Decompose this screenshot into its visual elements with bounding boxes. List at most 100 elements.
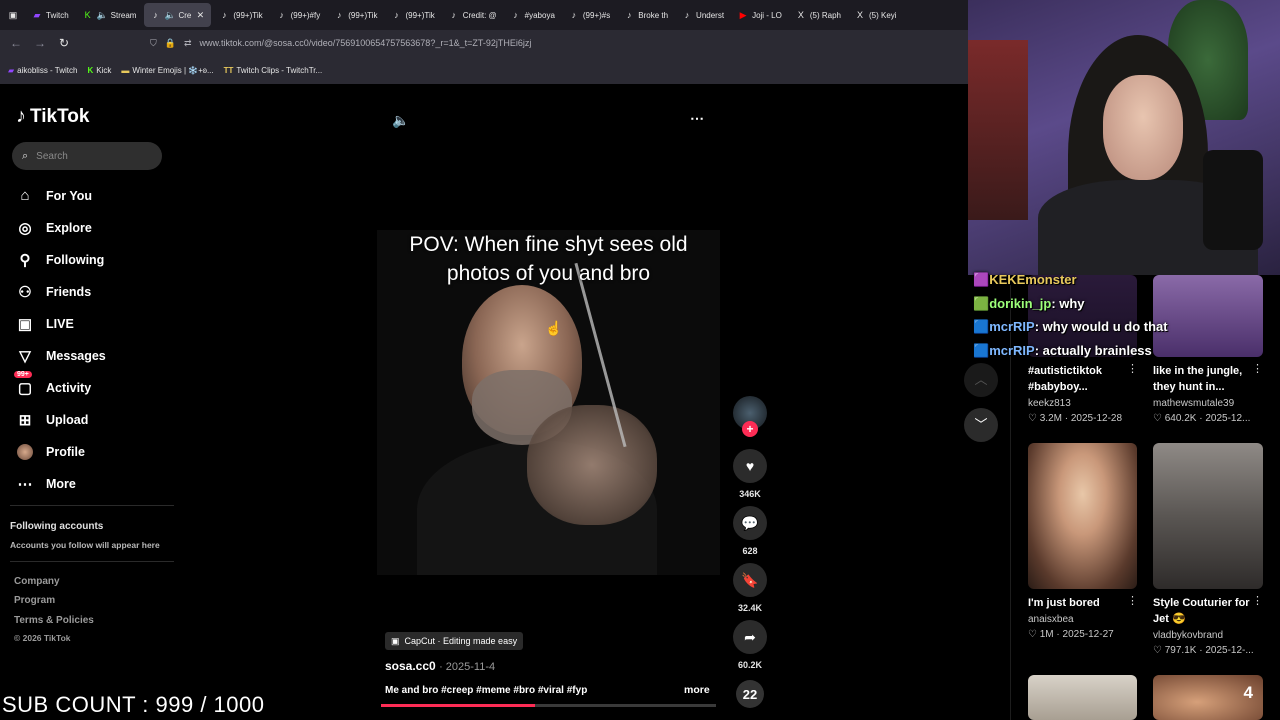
badge-icon: 🟩: [973, 296, 990, 311]
tiktok-icon: ♪: [627, 10, 632, 20]
follow-plus-icon[interactable]: +: [742, 421, 758, 437]
recommendation-title[interactable]: Style Couturier for Jet 😎: [1153, 595, 1251, 627]
forward-icon[interactable]: →: [28, 36, 52, 50]
panel-divider: [1010, 275, 1011, 720]
url-text[interactable]: www.tiktok.com/@sosa.cc0/video/756910065…: [200, 38, 532, 48]
tiktok-icon: ♪: [394, 10, 399, 20]
share-icon[interactable]: ➦: [733, 620, 767, 654]
browser-tab[interactable]: ▶ Joji - LO: [732, 3, 788, 27]
permissions-icon[interactable]: ⇄: [184, 38, 192, 49]
menu-item-activity[interactable]: ▢ 99+ Activity: [14, 371, 91, 397]
save-button[interactable]: 🔖 32.4K: [732, 563, 768, 613]
browser-tab[interactable]: ♪ (99+)Tik: [385, 3, 440, 27]
recommendation-more-icon[interactable]: ⋮: [1252, 594, 1263, 607]
back-icon[interactable]: ←: [4, 36, 28, 50]
capcut-label: CapCut · Editing made easy: [404, 636, 518, 646]
recommendation-more-icon[interactable]: ⋮: [1127, 594, 1138, 607]
menu-item-profile[interactable]: Profile: [16, 443, 85, 461]
next-video-button[interactable]: ﹀: [964, 408, 998, 442]
author-name[interactable]: sosa.cc0: [385, 659, 436, 673]
recommendation-thumbnail[interactable]: [1028, 443, 1137, 589]
recommendation-thumbnail[interactable]: [1153, 443, 1263, 589]
share-button[interactable]: ➦ 60.2K: [732, 620, 768, 670]
recommendation-more-icon[interactable]: ⋮: [1127, 362, 1138, 375]
menu-item-explore[interactable]: ◎ Explore: [16, 219, 92, 237]
comment-icon[interactable]: 💬: [733, 506, 767, 540]
tab-label: (99+)Tik: [233, 10, 263, 20]
recommendation-title[interactable]: I'm just bored: [1028, 595, 1126, 611]
recommendation-more-icon[interactable]: ⋮: [1252, 362, 1263, 375]
previous-video-button[interactable]: ︿: [964, 363, 998, 397]
menu-item-following[interactable]: ⚲ Following: [16, 251, 105, 269]
tiktok-logo[interactable]: ♪ TikTok: [16, 105, 89, 128]
menu-item-live[interactable]: ▣ LIVE: [16, 315, 74, 333]
browser-tab[interactable]: ♪ (99+)Tik: [328, 3, 383, 27]
volume-icon[interactable]: 🔈: [392, 112, 409, 129]
browser-tab[interactable]: ♪ Credit: @: [443, 3, 503, 27]
comment-button[interactable]: 💬 628: [732, 506, 768, 556]
footer-link-company[interactable]: Company: [14, 576, 60, 587]
share-count: 60.2K: [737, 660, 763, 670]
video-progress-bar[interactable]: [381, 704, 716, 707]
more-options-icon[interactable]: ⋯: [690, 110, 704, 127]
recommendation-title[interactable]: like in the jungle, they hunt in...: [1153, 363, 1251, 395]
browser-tab[interactable]: ♪ Underst: [676, 3, 730, 27]
video-player[interactable]: POV: When fine shyt sees old photos of y…: [377, 230, 720, 575]
footer-link-terms[interactable]: Terms & Policies: [14, 615, 94, 626]
tab-overview-button[interactable]: ▣: [2, 3, 24, 27]
menu-item-more[interactable]: ⋯ More: [16, 475, 76, 493]
music-disc-icon[interactable]: 22: [736, 680, 764, 708]
browser-tab[interactable]: ♪ (99+)#s: [563, 3, 616, 27]
capcut-tag[interactable]: ▣ CapCut · Editing made easy: [385, 632, 524, 650]
more-description-link[interactable]: more: [684, 684, 710, 696]
bookmark-item[interactable]: TT Twitch Clips - TwitchTr...: [224, 66, 323, 75]
recommendation-thumbnail[interactable]: [1028, 675, 1137, 720]
comment-count: 628: [742, 546, 758, 556]
browser-tab[interactable]: K 🔈 Stream: [77, 3, 143, 27]
browser-tab[interactable]: ♪ #yaboya: [505, 3, 561, 27]
recommendation-title[interactable]: #autistictiktok #babyboy...: [1028, 363, 1126, 395]
video-description: Me and bro #creep #meme #bro #viral #fyp: [385, 685, 588, 696]
reload-icon[interactable]: ↻: [52, 36, 76, 50]
bookmark-item[interactable]: ▬ Winter Emojis | ❄️+ʚ...: [121, 66, 213, 75]
chat-username: mcrRIP: [989, 319, 1035, 334]
browser-tab[interactable]: X (5) Keyi: [849, 3, 903, 27]
heart-icon[interactable]: ♥: [733, 449, 767, 483]
recommendation-author[interactable]: keekz813: [1028, 398, 1071, 409]
recommendation-author[interactable]: mathewsmutale39: [1153, 398, 1234, 409]
bookmark-icon[interactable]: 🔖: [733, 563, 767, 597]
browser-tab-active[interactable]: ♪ 🔈 Cre ✕: [144, 3, 212, 27]
shield-icon[interactable]: ⛉: [150, 38, 157, 49]
home-icon: ⌂: [20, 187, 30, 204]
menu-item-friends[interactable]: ⚇ Friends: [16, 283, 91, 301]
like-button[interactable]: ♥ 346K: [732, 449, 768, 499]
recommendation-thumbnail[interactable]: [1153, 275, 1263, 357]
browser-tab[interactable]: ♪ (99+)Tik: [213, 3, 268, 27]
browser-tab[interactable]: X (5) Raph: [790, 3, 847, 27]
recommendation-author[interactable]: anaisxbea: [1028, 614, 1074, 625]
music-disc-button[interactable]: 22: [732, 680, 768, 708]
footer-link-program[interactable]: Program: [14, 595, 55, 606]
search-input[interactable]: ⌕ Search: [12, 142, 162, 170]
browser-tab[interactable]: ♪ Broke th: [618, 3, 674, 27]
chat-text: : actually brainless: [1034, 343, 1152, 358]
recommendation-author[interactable]: vladbykovbrand: [1153, 630, 1223, 641]
creator-avatar-button[interactable]: +: [732, 396, 768, 437]
menu-item-for-you[interactable]: ⌂ For You: [16, 187, 92, 204]
browser-tab[interactable]: ▰ Twitch: [26, 3, 75, 27]
menu-label: Explore: [46, 221, 92, 235]
browser-tab[interactable]: ♪ (99+)#fy: [271, 3, 327, 27]
recommendation-thumbnail[interactable]: 4: [1153, 675, 1263, 720]
bookmark-item[interactable]: K Kick: [87, 66, 111, 75]
bookmark-item[interactable]: ▰ aikobliss - Twitch: [8, 66, 77, 75]
lock-icon[interactable]: 🔒: [165, 38, 176, 49]
menu-item-upload[interactable]: ⊞ Upload: [16, 411, 89, 429]
like-count: 346K: [739, 489, 761, 499]
menu-item-messages[interactable]: ▽ Messages: [16, 347, 106, 365]
url-bar[interactable]: ⛉ 🔒 ⇄ www.tiktok.com/@sosa.cc0/video/756…: [150, 33, 968, 53]
post-date: 2025-12...: [1205, 413, 1251, 424]
tiktok-icon: ♪: [571, 10, 577, 20]
video-author[interactable]: sosa.cc0 · 2025-11-4: [385, 659, 495, 673]
post-date: 2025-11-4: [445, 661, 496, 673]
close-tab-icon[interactable]: ✕: [195, 10, 205, 21]
